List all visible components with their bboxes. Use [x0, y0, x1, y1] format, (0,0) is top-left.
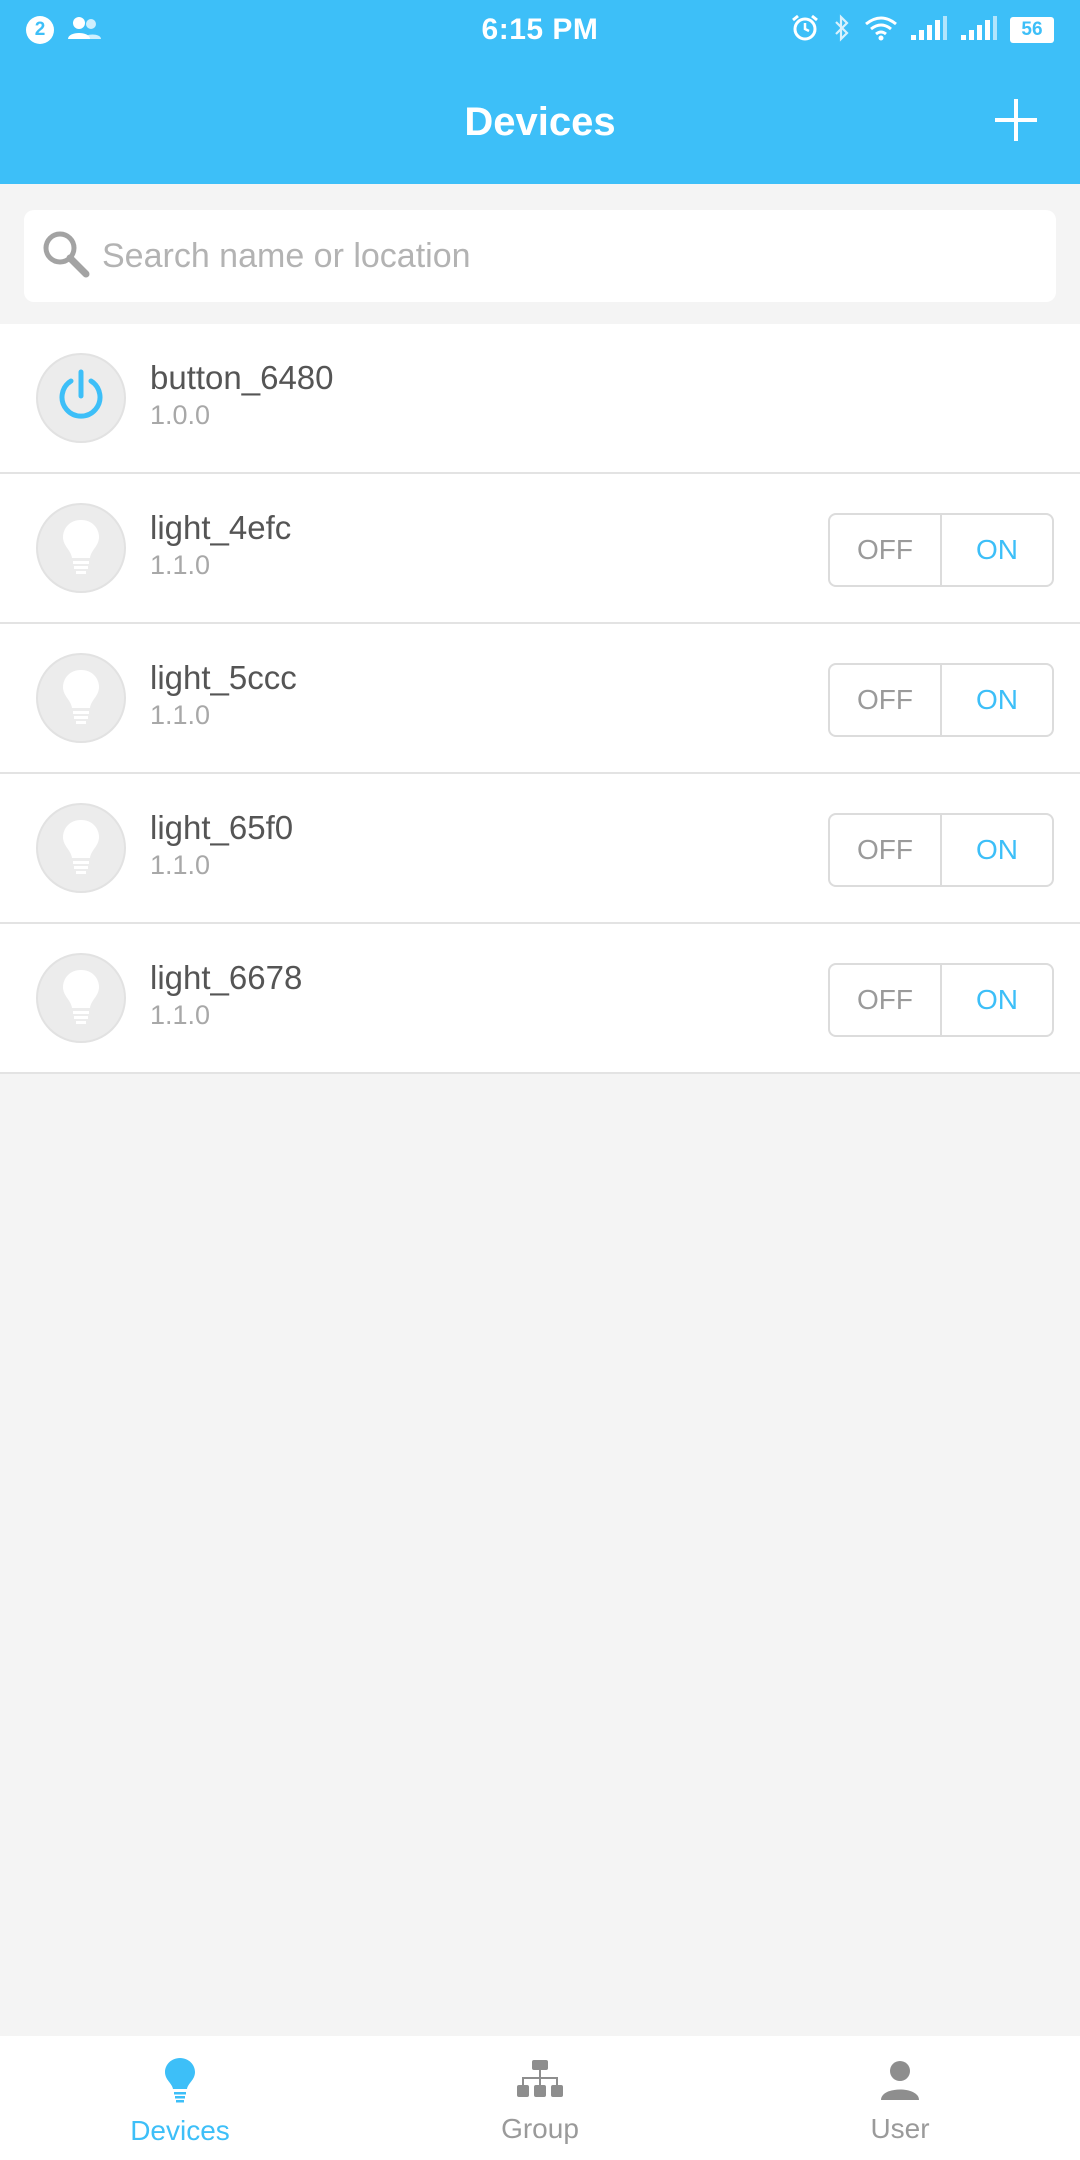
page-title: Devices — [464, 99, 616, 144]
on-button[interactable]: ON — [942, 515, 1052, 585]
plus-icon — [993, 97, 1039, 148]
device-info: light_65f0 1.1.0 — [150, 808, 293, 882]
nav-item-group[interactable]: Group — [360, 2036, 720, 2160]
power-toggle: OFF ON — [828, 813, 1054, 887]
off-button[interactable]: OFF — [830, 965, 942, 1035]
add-device-button[interactable] — [976, 82, 1056, 162]
device-name: light_5ccc — [150, 659, 297, 696]
lightbulb-icon — [59, 666, 103, 731]
list-item[interactable]: light_6678 1.1.0 OFF ON — [0, 924, 1080, 1074]
search-box[interactable] — [24, 210, 1056, 302]
signal-icon — [910, 15, 948, 46]
alarm-icon — [790, 13, 820, 48]
device-info: light_4efc 1.1.0 — [150, 508, 291, 582]
device-avatar — [36, 353, 126, 443]
power-toggle: OFF ON — [828, 663, 1054, 737]
device-avatar — [36, 803, 126, 893]
device-version: 1.1.0 — [150, 1000, 211, 1030]
search-section — [0, 184, 1080, 324]
nav-item-user[interactable]: User — [720, 2036, 1080, 2160]
device-version: 1.1.0 — [150, 700, 211, 730]
device-list: button_6480 1.0.0 light_4efc 1.1.0 OFF O… — [0, 324, 1080, 1074]
app-root: 2 6:15 PM 56 Devices Search name or loca… — [0, 0, 1080, 2160]
battery-icon: 56 — [1010, 17, 1054, 43]
status-time: 6:15 PM — [481, 13, 599, 46]
nav-label: Group — [501, 2112, 579, 2144]
off-button[interactable]: OFF — [830, 665, 942, 735]
on-button[interactable]: ON — [942, 665, 1052, 735]
notification-badge: 2 — [26, 16, 54, 44]
signal-icon — [960, 15, 998, 46]
device-name: light_65f0 — [150, 809, 294, 846]
nav-item-devices[interactable]: Devices — [0, 2036, 360, 2160]
on-button[interactable]: ON — [942, 815, 1052, 885]
device-info: light_6678 1.1.0 — [150, 958, 302, 1032]
user-icon — [878, 2058, 922, 2107]
hierarchy-icon — [516, 2058, 564, 2107]
power-icon — [51, 366, 111, 431]
device-info: light_5ccc 1.1.0 — [150, 658, 297, 732]
device-name: light_6678 — [150, 959, 303, 996]
on-button[interactable]: ON — [942, 965, 1052, 1035]
bluetooth-icon — [832, 13, 852, 48]
off-button[interactable]: OFF — [830, 515, 942, 585]
list-item[interactable]: button_6480 1.0.0 — [0, 324, 1080, 474]
status-bar: 2 6:15 PM 56 — [0, 0, 1080, 60]
device-version: 1.1.0 — [150, 850, 211, 880]
nav-label: Devices — [130, 2114, 230, 2146]
device-avatar — [36, 653, 126, 743]
lightbulb-icon — [163, 2056, 197, 2109]
device-version: 1.0.0 — [150, 400, 211, 430]
device-info: button_6480 1.0.0 — [150, 358, 334, 432]
lightbulb-icon — [59, 966, 103, 1031]
contacts-icon — [68, 15, 102, 46]
device-version: 1.1.0 — [150, 550, 211, 580]
list-item[interactable]: light_4efc 1.1.0 OFF ON — [0, 474, 1080, 624]
search-icon — [38, 226, 94, 287]
device-name: light_4efc — [150, 509, 292, 546]
wifi-icon — [864, 15, 898, 46]
lightbulb-icon — [59, 516, 103, 581]
lightbulb-icon — [59, 816, 103, 881]
nav-label: User — [870, 2112, 930, 2144]
app-bar: Devices — [0, 60, 1080, 184]
status-bar-left: 2 — [26, 15, 386, 46]
device-name: button_6480 — [150, 359, 334, 396]
device-avatar — [36, 503, 126, 593]
list-item[interactable]: light_65f0 1.1.0 OFF ON — [0, 774, 1080, 924]
list-item[interactable]: light_5ccc 1.1.0 OFF ON — [0, 624, 1080, 774]
power-toggle: OFF ON — [828, 963, 1054, 1037]
device-avatar — [36, 953, 126, 1043]
power-toggle: OFF ON — [828, 513, 1054, 587]
bottom-nav: Devices Group User — [0, 2036, 1080, 2160]
off-button[interactable]: OFF — [830, 815, 942, 885]
search-input[interactable] — [102, 216, 1056, 296]
status-bar-right: 56 — [694, 13, 1054, 48]
